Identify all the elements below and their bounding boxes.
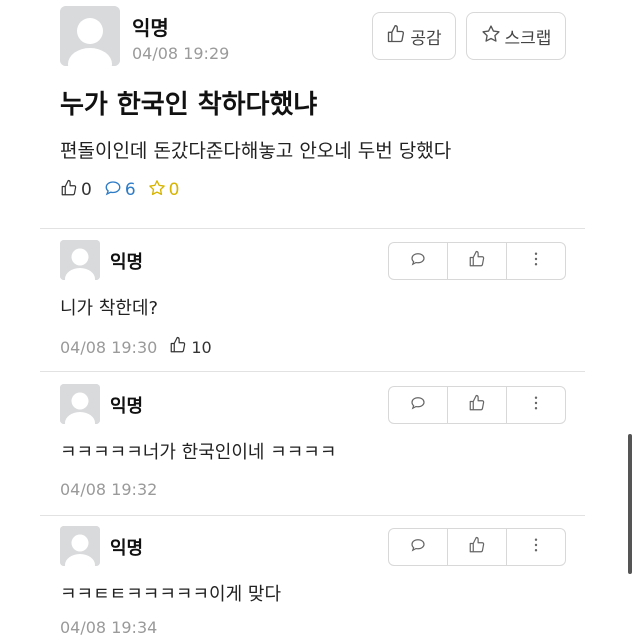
speech-bubble-icon <box>409 536 427 558</box>
comment-like-button[interactable] <box>448 529 507 565</box>
comment-text: ㅋㅋㅋㅋㅋ너가 한국인이네 ㅋㅋㅋㅋ <box>60 442 337 463</box>
star-icon <box>148 179 166 202</box>
comment-item: 익명 ㅋㅋㅌㅌㅋㅋㅋㅋㅋ이게 맞다 04/08 19:34 <box>60 526 566 640</box>
avatar-icon <box>60 384 100 424</box>
thumbs-up-icon <box>60 179 78 202</box>
comment-timestamp: 04/08 19:30 <box>60 337 158 357</box>
scrap-count: 0 <box>148 179 180 202</box>
reply-button[interactable] <box>389 529 448 565</box>
avatar-icon <box>60 526 100 566</box>
like-count-value: 0 <box>81 180 92 200</box>
reply-button[interactable] <box>389 243 448 279</box>
more-vertical-icon <box>527 536 545 558</box>
comment-count-value: 6 <box>124 180 136 200</box>
star-icon <box>481 24 501 49</box>
comment-author: 익명 <box>110 538 144 559</box>
comment-author: 익명 <box>110 396 144 417</box>
comment-timestamp: 04/08 19:32 <box>60 480 158 499</box>
comment-like-count: 10 <box>169 336 212 358</box>
more-options-button[interactable] <box>507 529 565 565</box>
comment-author: 익명 <box>110 252 144 273</box>
avatar-icon <box>60 6 120 66</box>
comment-text: 니가 착한데? <box>60 298 159 319</box>
speech-bubble-icon <box>104 179 122 202</box>
thumbs-up-icon <box>386 24 406 49</box>
more-vertical-icon <box>527 250 545 272</box>
comment-item: 익명 니가 착한데? 04/08 19:30 10 <box>60 240 566 365</box>
comment-timestamp: 04/08 19:34 <box>60 618 158 637</box>
comment-actions <box>388 386 566 424</box>
scrap-button[interactable]: 스크랩 <box>466 12 566 60</box>
like-count: 0 <box>60 179 92 202</box>
speech-bubble-icon <box>409 394 427 416</box>
more-options-button[interactable] <box>507 387 565 423</box>
thumbs-up-icon <box>468 250 486 272</box>
avatar-icon <box>60 240 100 280</box>
thumbs-up-icon <box>468 394 486 416</box>
divider <box>40 515 585 516</box>
comment-actions <box>388 242 566 280</box>
scrap-button-label: 스크랩 <box>504 28 552 49</box>
comment-meta: 04/08 19:32 <box>60 480 157 499</box>
comment-like-button[interactable] <box>448 387 507 423</box>
comment-count: 6 <box>104 179 136 202</box>
thumbs-up-icon <box>468 536 486 558</box>
comment-text: ㅋㅋㅌㅌㅋㅋㅋㅋㅋ이게 맞다 <box>60 584 282 605</box>
more-options-button[interactable] <box>507 243 565 279</box>
divider <box>40 371 585 372</box>
scrollbar[interactable] <box>628 434 632 574</box>
like-button-label: 공감 <box>410 28 442 49</box>
divider <box>40 228 585 229</box>
comment-item: 익명 ㅋㅋㅋㅋㅋ너가 한국인이네 ㅋㅋㅋㅋ 04/08 19:32 <box>60 384 566 509</box>
reply-button[interactable] <box>389 387 448 423</box>
post-stats: 0 6 0 <box>60 178 191 202</box>
comment-like-button[interactable] <box>448 243 507 279</box>
comment-like-count-value: 10 <box>191 337 212 357</box>
comment-actions <box>388 528 566 566</box>
more-vertical-icon <box>527 394 545 416</box>
thumbs-up-icon <box>169 336 187 358</box>
post-title: 누가 한국인 착하다했냐 <box>60 90 318 120</box>
like-button[interactable]: 공감 <box>372 12 456 60</box>
speech-bubble-icon <box>409 250 427 272</box>
post-timestamp: 04/08 19:29 <box>132 44 230 63</box>
comment-meta: 04/08 19:34 <box>60 618 157 637</box>
post-author: 익명 <box>132 16 169 40</box>
post-body: 편돌이인데 돈갔다준다해놓고 안오네 두번 당했다 <box>60 140 452 162</box>
post-header: 익명 04/08 19:29 공감 스크랩 <box>60 6 580 66</box>
scrap-count-value: 0 <box>168 180 180 200</box>
comment-meta: 04/08 19:30 10 <box>60 336 212 358</box>
